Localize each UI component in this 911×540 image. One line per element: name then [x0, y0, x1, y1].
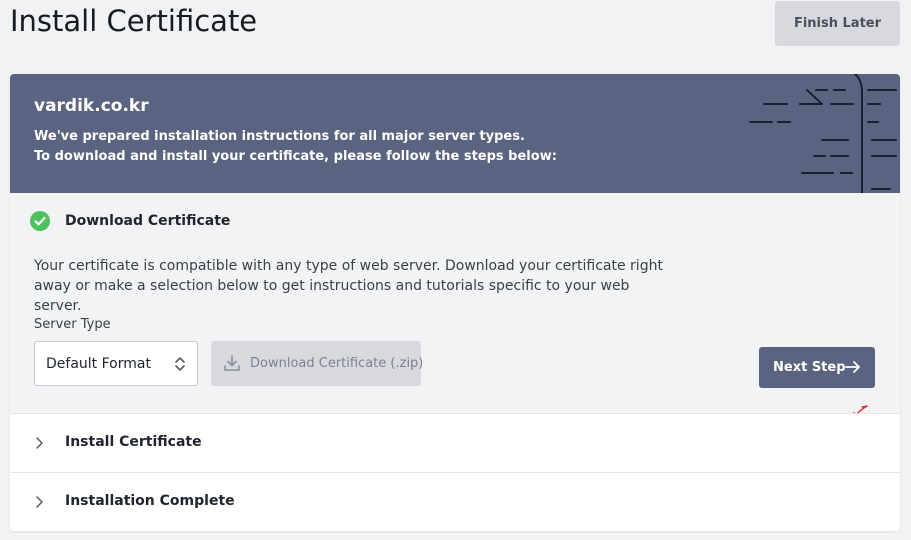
download-button-label: Download Certificate (.zip): [250, 356, 424, 371]
step-download-certificate: Download Certificate Your certificate is…: [10, 193, 900, 413]
arrow-right-icon: [845, 360, 861, 374]
install-card: vardik.co.kr We've prepared installation…: [10, 74, 900, 531]
download-certificate-button[interactable]: Download Certificate (.zip): [211, 341, 424, 386]
step-title-install: Install Certificate: [65, 434, 202, 450]
instructions-banner: vardik.co.kr We've prepared installation…: [10, 74, 900, 193]
chevron-right-icon: [34, 495, 44, 509]
server-type-label: Server Type: [34, 317, 111, 332]
download-icon: [223, 355, 241, 372]
code-lines-illustration: [749, 74, 897, 193]
server-type-select[interactable]: Default Format: [34, 341, 198, 386]
chevron-updown-icon: [175, 357, 185, 371]
compatibility-description: Your certificate is compatible with any …: [34, 258, 663, 314]
banner-text-line-2: To download and install your certificate…: [34, 149, 557, 164]
domain-name: vardik.co.kr: [34, 96, 149, 116]
chevron-right-icon: [34, 436, 44, 450]
banner-text-line-1: We've prepared installation instructions…: [34, 129, 525, 144]
step-title-download: Download Certificate: [65, 213, 231, 229]
server-type-value: Default Format: [46, 355, 151, 372]
step-title-complete: Installation Complete: [65, 493, 235, 509]
check-circle-icon: [30, 211, 50, 231]
page-title: Install Certificate: [10, 4, 258, 38]
step-installation-complete[interactable]: Installation Complete: [10, 472, 900, 531]
next-step-label: Next Step: [773, 360, 846, 375]
step-install-certificate[interactable]: Install Certificate: [10, 413, 900, 472]
next-step-button[interactable]: Next Step: [759, 347, 875, 388]
finish-later-button[interactable]: Finish Later: [775, 1, 900, 46]
